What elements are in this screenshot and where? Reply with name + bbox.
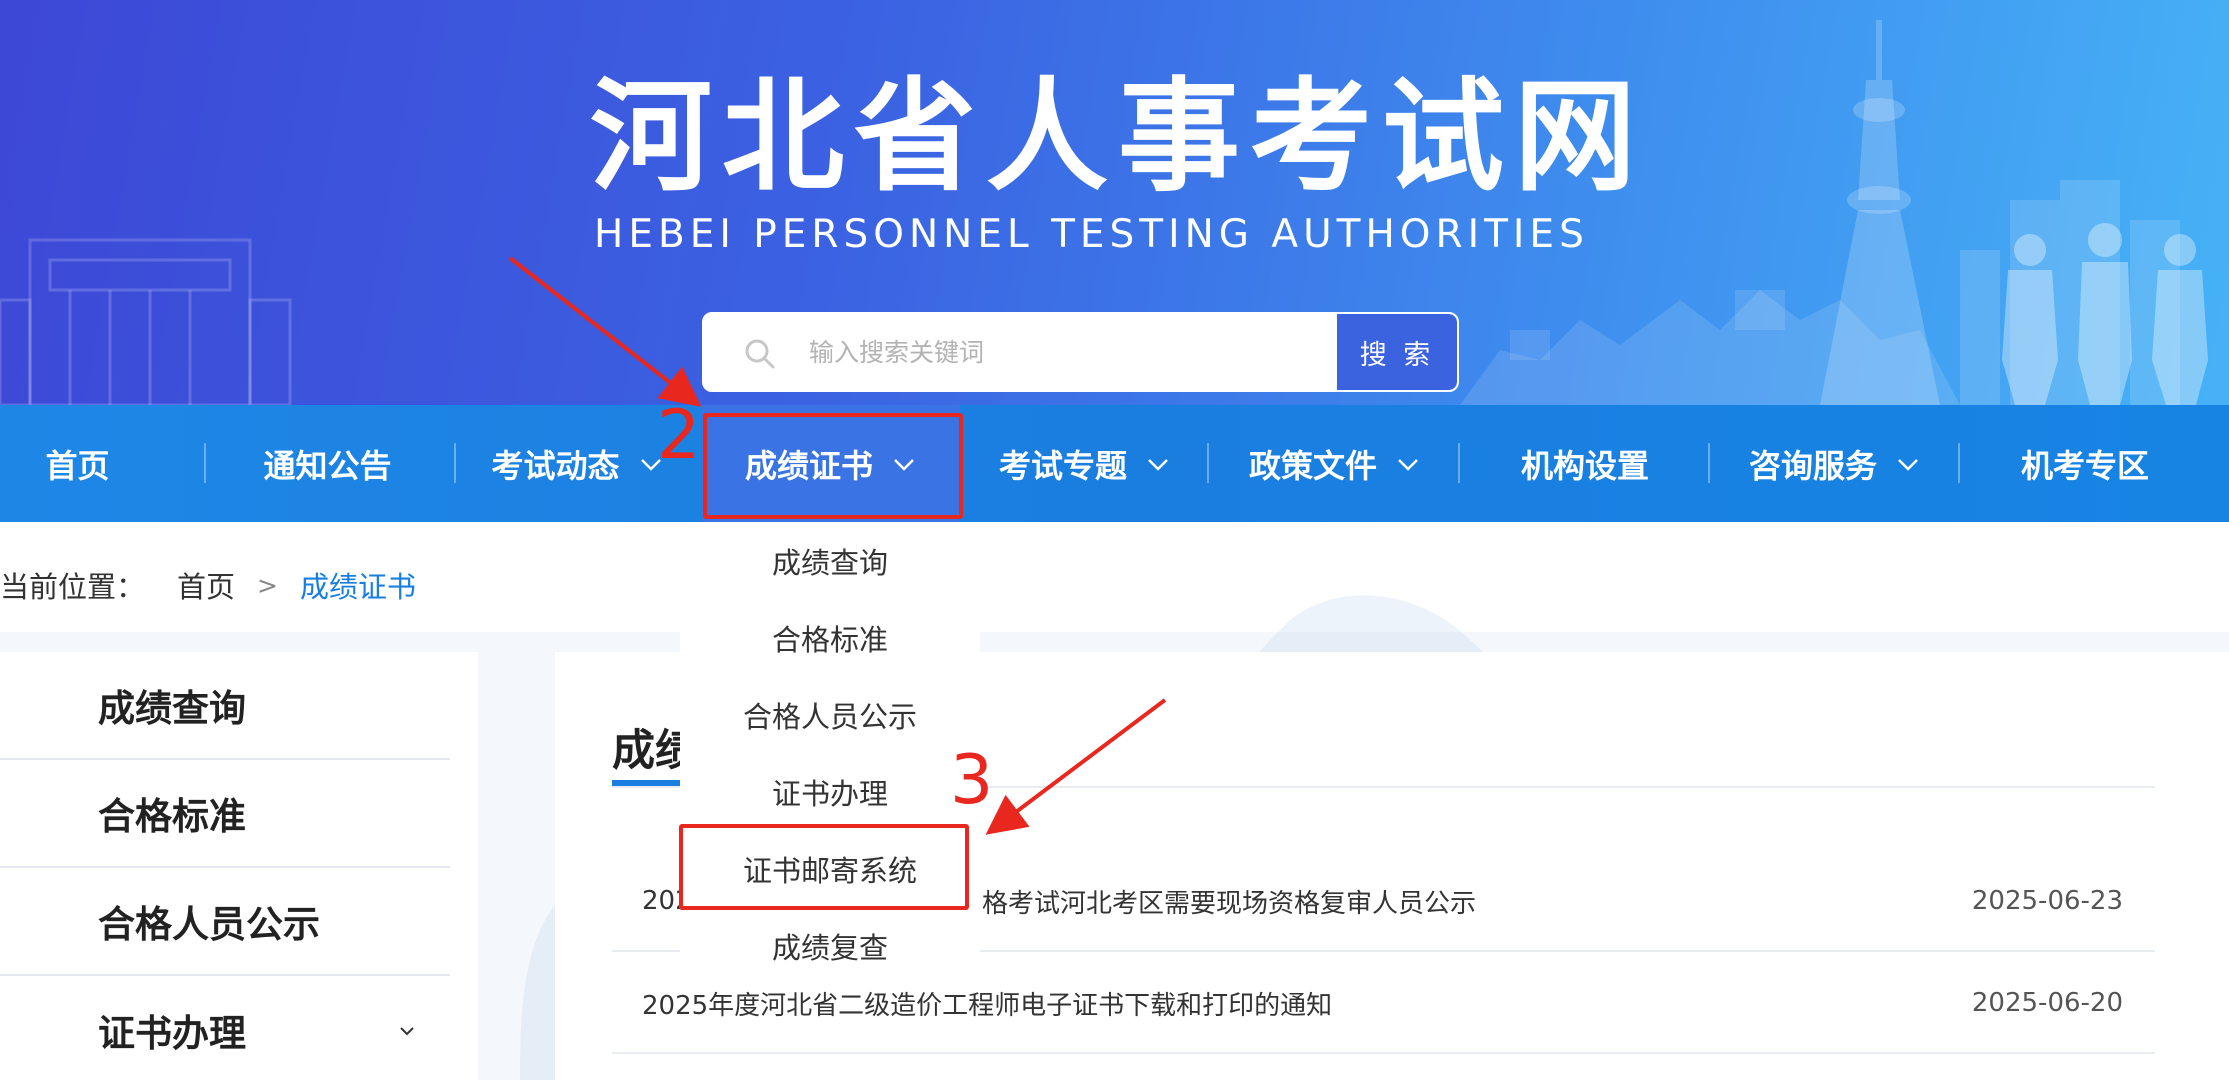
- nav-item-policy-documents[interactable]: 政策文件: [1210, 405, 1460, 522]
- sidebar-item-label: 合格标准: [98, 795, 246, 838]
- nav-item-computer-exam[interactable]: 机考专区: [1960, 405, 2210, 522]
- news-title: 2025年度河北省二级造价工程师电子证书下载和打印的通知: [642, 990, 1333, 1021]
- annotation-step-3: 3: [950, 741, 994, 820]
- chevron-down-icon: [894, 458, 914, 471]
- news-title-end: 格考试河北考区需要现场资格复审人员公示: [982, 888, 1477, 919]
- nav-item-label: 机构设置: [1520, 446, 1649, 485]
- nav-item-consulting[interactable]: 咨询服务: [1710, 405, 1960, 522]
- dropdown-item-certificate-processing[interactable]: 证书办理: [680, 753, 980, 830]
- nav-item-label: 成绩证书: [744, 446, 873, 485]
- dropdown-item-score-query[interactable]: 成绩查询: [680, 522, 980, 599]
- nav-item-label: 考试动态: [491, 446, 620, 485]
- sidebar-item-label: 合格人员公示: [98, 903, 320, 946]
- site-subtitle: HEBEI PERSONNEL TESTING AUTHORITIES: [594, 212, 1589, 257]
- nav-item-label: 首页: [45, 446, 110, 485]
- breadcrumb: 当前位置： 首页 > 成绩证书: [0, 560, 416, 610]
- annotation-step-2: 2: [657, 396, 701, 475]
- chevron-down-icon: [400, 1027, 414, 1036]
- sidebar-item-label: 成绩查询: [98, 687, 246, 730]
- sidebar-item-label: 证书办理: [98, 1012, 246, 1055]
- site-title: 河北省人事考试网: [590, 66, 1646, 208]
- nav-item-label: 考试专题: [998, 446, 1127, 485]
- nav-item-label: 咨询服务: [1748, 446, 1877, 485]
- nav-item-label: 通知公告: [263, 446, 392, 485]
- nav-item-scores-certificates[interactable]: 成绩证书: [702, 405, 960, 522]
- breadcrumb-prefix: 当前位置：: [0, 570, 146, 604]
- nav-item-notices[interactable]: 通知公告: [205, 405, 450, 522]
- sidebar-item-pass-standard[interactable]: 合格标准: [0, 760, 450, 868]
- chevron-down-icon: [1148, 458, 1168, 471]
- nav-item-home[interactable]: 首页: [0, 405, 155, 522]
- news-date: 2025-06-20: [1971, 988, 2123, 1018]
- search-icon: [745, 339, 775, 369]
- breadcrumb-separator: >: [257, 570, 278, 600]
- search-input[interactable]: [809, 314, 1329, 390]
- nav-divider: [1207, 443, 1209, 483]
- nav-item-exam-topics[interactable]: 考试专题: [960, 405, 1210, 522]
- dropdown-item-pass-standard[interactable]: 合格标准: [680, 599, 980, 676]
- sidebar-item-score-query[interactable]: 成绩查询: [0, 652, 450, 760]
- news-date: 2025-06-23: [1971, 886, 2123, 916]
- dropdown-item-score-review[interactable]: 成绩复查: [680, 907, 980, 984]
- nav-item-label: 政策文件: [1248, 446, 1377, 485]
- chevron-down-icon: [1398, 458, 1418, 471]
- nav-item-organization[interactable]: 机构设置: [1460, 405, 1710, 522]
- nav-item-label: 机考专区: [2020, 446, 2149, 485]
- dropdown-item-certificate-mailing[interactable]: 证书邮寄系统: [680, 830, 980, 907]
- nav-dropdown-menu: 成绩查询 合格标准 合格人员公示 证书办理 证书邮寄系统 成绩复查: [680, 522, 980, 987]
- search-bar: 搜 索: [702, 312, 1459, 392]
- main-nav: 首页 通知公告 考试动态 成绩证书 考试专题 政策文件 机构设置 咨询服务 机考…: [0, 405, 2229, 522]
- sidebar: 成绩查询 合格标准 合格人员公示 证书办理: [0, 652, 478, 1080]
- sidebar-item-certificate-processing[interactable]: 证书办理: [0, 976, 450, 1080]
- dropdown-item-qualified-list[interactable]: 合格人员公示: [680, 676, 980, 753]
- sidebar-item-qualified-list[interactable]: 合格人员公示: [0, 868, 450, 976]
- breadcrumb-home-link[interactable]: 首页: [177, 564, 235, 606]
- breadcrumb-current[interactable]: 成绩证书: [300, 564, 416, 606]
- chevron-down-icon: [1898, 458, 1918, 471]
- search-button[interactable]: 搜 索: [1337, 314, 1457, 390]
